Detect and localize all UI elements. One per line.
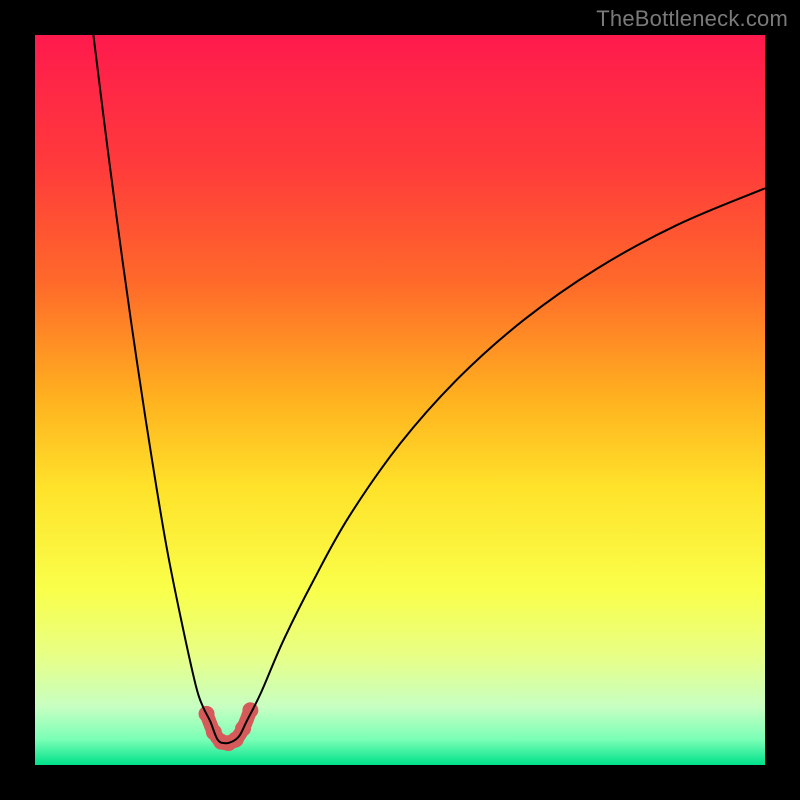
watermark-text: TheBottleneck.com [596, 6, 788, 32]
outer-frame: TheBottleneck.com [0, 0, 800, 800]
chart-svg [35, 35, 765, 765]
plot-area [35, 35, 765, 765]
gradient-background [35, 35, 765, 765]
